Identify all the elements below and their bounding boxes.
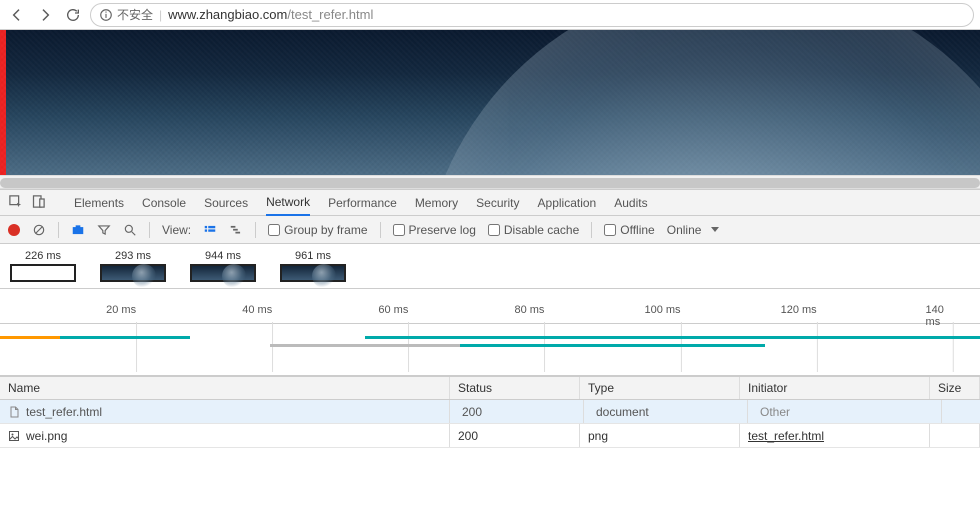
inspect-icon[interactable] [8,194,23,212]
back-button[interactable] [6,4,28,26]
disable-cache-checkbox[interactable]: Disable cache [488,223,579,237]
group-by-frame-checkbox[interactable]: Group by frame [268,223,367,237]
url-separator: | [159,8,162,22]
view-waterfall-icon[interactable] [229,223,243,237]
timeline-tick: 20 ms [106,304,136,316]
forward-button[interactable] [34,4,56,26]
table-header: Name Status Type Initiator Size [0,376,980,400]
timeline-tick: 60 ms [378,304,408,316]
requests-table: Name Status Type Initiator Size test_ref… [0,376,980,448]
col-type[interactable]: Type [580,377,740,399]
reload-button[interactable] [62,4,84,26]
col-status[interactable]: Status [450,377,580,399]
horizontal-scrollbar[interactable] [0,175,980,189]
search-icon[interactable] [123,223,137,237]
timeline-tick: 120 ms [781,304,817,316]
browser-nav-bar: 不安全 | www.zhangbiao.com/test_refer.html [0,0,980,30]
tab-console[interactable]: Console [142,191,186,215]
tab-security[interactable]: Security [476,191,519,215]
filmstrip-frame[interactable]: 961 ms [280,250,346,282]
col-size[interactable]: Size [930,377,980,399]
offline-checkbox[interactable]: Offline [604,223,654,237]
tab-network[interactable]: Network [266,190,310,216]
view-label: View: [162,223,191,237]
timeline-tick: 140 ms [926,304,953,328]
document-icon [8,405,20,419]
timeline-segment [460,344,765,347]
timeline-tick: 40 ms [242,304,272,316]
preserve-log-checkbox[interactable]: Preserve log [393,223,476,237]
record-button[interactable] [8,224,20,236]
filmstrip-frame[interactable]: 226 ms [10,250,76,282]
timeline-segment [0,336,60,339]
address-bar[interactable]: 不安全 | www.zhangbiao.com/test_refer.html [90,3,974,27]
tab-elements[interactable]: Elements [74,191,124,215]
table-row[interactable]: test_refer.html 200 document Other [0,400,980,424]
view-list-icon[interactable] [203,223,217,237]
table-row[interactable]: wei.png 200 png test_refer.html [0,424,980,448]
timeline-tick: 80 ms [514,304,544,316]
timeline-segment [365,336,980,339]
tab-application[interactable]: Application [538,191,597,215]
clear-icon[interactable] [32,223,46,237]
timeline-overview[interactable]: 20 ms 40 ms 60 ms 80 ms 100 ms 120 ms 140 ms [0,289,980,376]
image-icon [8,429,20,443]
url-text: www.zhangbiao.com/test_refer.html [168,7,373,22]
filmstrip-frame[interactable]: 293 ms [100,250,166,282]
timeline-segment [270,344,460,347]
col-name[interactable]: Name [0,377,450,399]
tab-audits[interactable]: Audits [614,191,647,215]
tab-memory[interactable]: Memory [415,191,458,215]
timeline-segment [60,336,190,339]
filter-icon[interactable] [97,223,111,237]
tab-performance[interactable]: Performance [328,191,397,215]
page-content-earth [0,30,980,175]
devtools-panel: Elements Console Sources Network Perform… [0,189,980,448]
col-initiator[interactable]: Initiator [740,377,930,399]
tab-sources[interactable]: Sources [204,191,248,215]
timeline-tick: 100 ms [644,304,680,316]
capture-screenshots-icon[interactable] [71,223,85,237]
throttle-select[interactable]: Online [667,223,720,237]
security-label: 不安全 [117,6,153,23]
filmstrip: 226 ms 293 ms 944 ms 961 ms [0,244,980,289]
security-indicator[interactable]: 不安全 [99,6,153,23]
filmstrip-frame[interactable]: 944 ms [190,250,256,282]
network-toolbar: View: Group by frame Preserve log Disabl… [0,216,980,244]
devtools-tabs: Elements Console Sources Network Perform… [0,190,980,216]
device-icon[interactable] [31,194,46,212]
